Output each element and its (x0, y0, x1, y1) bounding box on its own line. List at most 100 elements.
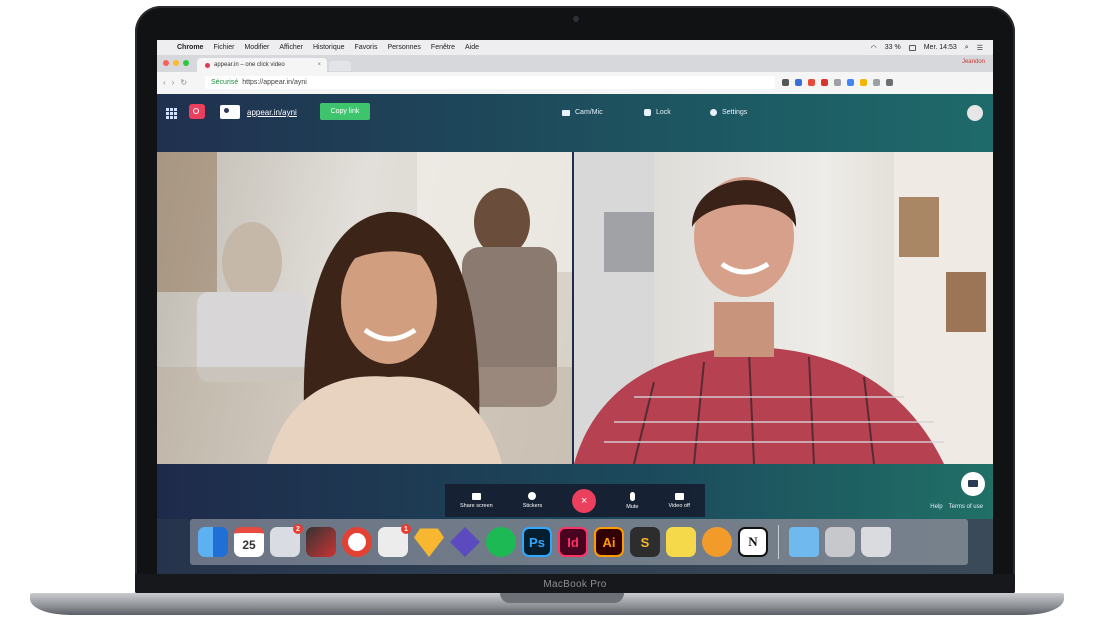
tab-favicon-icon (205, 62, 210, 68)
notification-badge: 1 (401, 524, 411, 534)
battery-icon (908, 44, 916, 51)
extensions-row (782, 79, 893, 86)
stickies-icon[interactable] (666, 527, 696, 557)
stickers-button[interactable]: Stickers (522, 492, 543, 509)
extension-icon[interactable] (834, 79, 841, 86)
tab-close-icon[interactable]: × (317, 62, 321, 68)
menubar-status: ◠ 33 % Mer. 14:53 ⌕ ☰ (871, 44, 993, 52)
trash-icon[interactable] (861, 527, 891, 557)
menu-fenetre[interactable]: Fenêtre (431, 44, 455, 51)
profile-name[interactable]: Jeandon (962, 59, 985, 65)
smiley-icon (528, 492, 537, 500)
mute-label: Mute (626, 503, 639, 510)
menu-app-chrome[interactable]: Chrome (177, 44, 203, 51)
mute-button[interactable]: Mute (626, 491, 639, 510)
new-tab-button[interactable] (329, 61, 351, 71)
extension-icon[interactable] (860, 79, 867, 86)
laptop-notch (500, 593, 624, 603)
downloads-icon[interactable] (825, 527, 855, 557)
cam-mic-button[interactable]: Cam/Mic (562, 109, 603, 116)
share-screen-button[interactable]: Share screen (459, 492, 493, 509)
extension-icon[interactable] (795, 79, 802, 86)
secure-label: Sécurisé (211, 79, 239, 86)
window-controls (163, 60, 189, 66)
call-toolbar: Share screen Stickers × Mute Video off (445, 484, 705, 517)
gear-icon (710, 109, 717, 116)
battery-percent[interactable]: 33 % (885, 44, 901, 51)
spotlight-icon[interactable]: ⌕ (965, 44, 969, 52)
appear-in-logo-icon[interactable] (189, 104, 205, 119)
menu-afficher[interactable]: Afficher (279, 44, 303, 51)
photoshop-icon[interactable]: Ps (522, 527, 552, 557)
extension-icon[interactable] (847, 79, 854, 86)
share-screen-label: Share screen (459, 502, 493, 509)
stickers-label: Stickers (522, 503, 543, 509)
macos-menubar: Chrome Fichier Modifier Afficher Histori… (157, 40, 993, 55)
camera-icon (674, 492, 684, 500)
microphone-icon (629, 491, 635, 501)
3d-app-icon[interactable] (450, 527, 480, 557)
menu-favoris[interactable]: Favoris (355, 44, 378, 51)
menu-historique[interactable]: Historique (313, 44, 345, 51)
chrome-icon[interactable] (342, 527, 372, 557)
finder-icon[interactable] (198, 527, 228, 557)
cam-mic-label: Cam/Mic (575, 109, 603, 116)
menu-dots-icon[interactable] (886, 79, 893, 86)
room-link[interactable]: appear.in/ayni (247, 108, 297, 117)
notion-icon[interactable]: N (738, 527, 768, 557)
monitor-icon (471, 492, 481, 500)
lock-icon (644, 109, 651, 116)
call-controls-area: Share screen Stickers × Mute Video off H… (157, 464, 993, 519)
preview-icon[interactable]: 2 (270, 524, 303, 557)
illustrator-icon[interactable]: Ai (594, 527, 624, 557)
dock: 25 2 1 Ps Id Ai S N (190, 519, 968, 565)
menu-fichier[interactable]: Fichier (213, 44, 234, 51)
tab-title: appear.in – one click video (214, 62, 285, 68)
copy-link-button[interactable]: Copy link (320, 103, 370, 120)
chat-icon[interactable] (961, 472, 985, 496)
nav-buttons[interactable]: ‹›↻ (163, 78, 193, 87)
extension-icon[interactable] (821, 79, 828, 86)
indesign-icon[interactable]: Id (558, 527, 588, 557)
transmit-icon[interactable] (702, 527, 732, 557)
spotify-icon[interactable] (486, 527, 516, 557)
scrivener-icon[interactable]: S (630, 527, 660, 557)
bookmark-star-icon[interactable] (782, 79, 789, 86)
terms-link[interactable]: Terms of use (949, 504, 983, 510)
notification-badge: 2 (293, 524, 303, 534)
minimize-window-icon[interactable] (173, 60, 179, 66)
dock-divider (778, 525, 779, 559)
video-off-button[interactable]: Video off (668, 492, 690, 509)
remote-video-tile (157, 152, 572, 464)
settings-button[interactable]: Settings (710, 109, 747, 116)
calendar-icon[interactable]: 25 (234, 527, 264, 557)
menu-aide[interactable]: Aide (465, 44, 479, 51)
folder-icon[interactable] (789, 527, 819, 557)
browser-toolbar: ‹›↻ Sécurisé https://appear.in/ayni (157, 72, 993, 95)
sketch-icon[interactable] (414, 528, 444, 557)
leave-call-button[interactable]: × (572, 488, 597, 513)
webcam (573, 16, 579, 22)
notification-center-icon[interactable]: ☰ (977, 44, 983, 52)
participants-icon[interactable] (220, 105, 240, 119)
app-header: appear.in/ayni Copy link Cam/Mic Lock Se… (157, 94, 993, 152)
help-link[interactable]: Help (930, 504, 942, 510)
menu-personnes[interactable]: Personnes (387, 44, 420, 51)
lock-button[interactable]: Lock (644, 109, 671, 116)
device-label: MacBook Pro (543, 579, 607, 590)
browser-tab[interactable]: appear.in – one click video × (197, 58, 327, 72)
extension-icon[interactable] (808, 79, 815, 86)
close-window-icon[interactable] (163, 60, 169, 66)
clock[interactable]: Mer. 14:53 (924, 44, 957, 51)
zoom-window-icon[interactable] (183, 60, 189, 66)
wifi-icon[interactable]: ◠ (871, 44, 877, 52)
local-video-tile (574, 152, 993, 464)
avatar[interactable] (967, 105, 983, 121)
slack-icon[interactable]: 1 (378, 524, 411, 557)
address-bar[interactable]: Sécurisé https://appear.in/ayni (205, 76, 775, 89)
apps-grid-icon[interactable] (166, 108, 177, 119)
extension-icon[interactable] (873, 79, 880, 86)
menu-modifier[interactable]: Modifier (244, 44, 269, 51)
remote-video-image (157, 152, 572, 464)
final-cut-icon[interactable] (306, 527, 336, 557)
